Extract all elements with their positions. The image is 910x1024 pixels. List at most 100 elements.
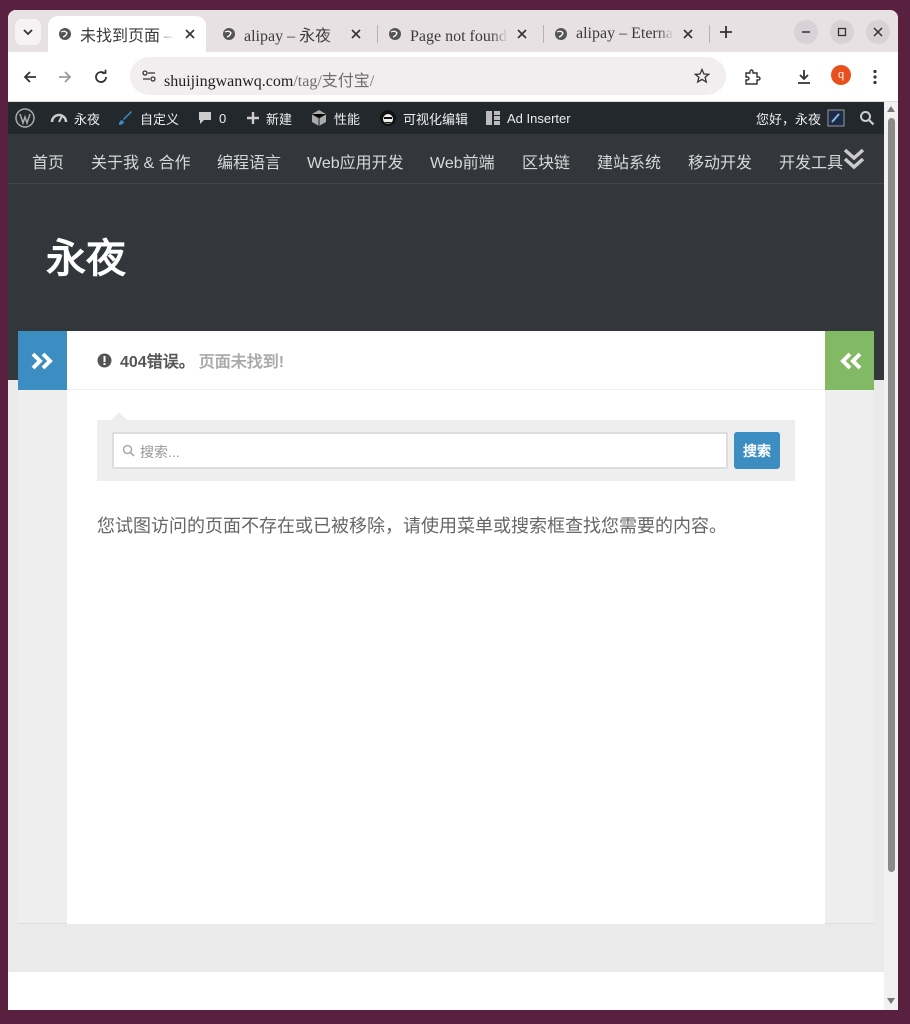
sidebar-left-toggle[interactable]: [18, 331, 67, 390]
exclamation-circle-icon: [97, 353, 112, 367]
page-scrollbar[interactable]: [884, 102, 898, 1010]
profile-avatar[interactable]: q: [831, 65, 851, 85]
site-title[interactable]: 永夜: [46, 226, 126, 284]
wordpress-icon: [15, 108, 35, 128]
adminbar-search[interactable]: [859, 102, 875, 134]
reload-icon: [95, 69, 107, 83]
adminbar-customize-label: 自定义: [140, 111, 180, 127]
comment-icon: [199, 112, 211, 124]
url-text: shuijingwanwq.com/tag/支付宝/: [164, 67, 374, 91]
nav-item-mobile[interactable]: 移动开发: [688, 149, 752, 173]
dashboard-icon: [50, 113, 68, 123]
scroll-down-icon[interactable]: [887, 998, 895, 1004]
chevron-down-icon: [23, 29, 33, 36]
close-icon[interactable]: [348, 26, 364, 42]
browser-toolbar: shuijingwanwq.com/tag/支付宝/ q: [8, 52, 898, 102]
adminbar-ad-inserter[interactable]: Ad Inserter: [485, 102, 571, 134]
adminbar-my-account[interactable]: 您好，永夜: [756, 102, 845, 134]
back-button[interactable]: [16, 63, 44, 91]
browser-window: 未找到页面 – 永夜 alipay – 永夜 Page not found – …: [8, 10, 898, 1010]
not-found-message: 您试图访问的页面不存在或已被移除，请使用菜单或搜索框查找您需要的内容。: [97, 516, 727, 536]
search-input[interactable]: 搜索...: [112, 432, 728, 469]
nav-item-webapp[interactable]: Web应用开发: [307, 149, 404, 173]
adminbar-customize[interactable]: 自定义: [116, 102, 179, 134]
adminbar-site-label: 永夜: [74, 111, 101, 127]
reload-button[interactable]: [87, 63, 115, 91]
nav-item-home[interactable]: 首页: [32, 149, 64, 173]
wordpress-logo[interactable]: [15, 102, 35, 134]
url-domain: shuijingwanwq.com: [164, 73, 294, 90]
browser-menu-button[interactable]: [861, 63, 889, 91]
page-footer-strip: [8, 972, 884, 1010]
forward-button[interactable]: [51, 63, 79, 91]
site-info-icon[interactable]: [142, 69, 156, 83]
bookmark-star-icon[interactable]: [694, 68, 710, 84]
adminbar-performance[interactable]: 性能: [310, 102, 360, 134]
tab-strip: 未找到页面 – 永夜 alipay – 永夜 Page not found – …: [8, 10, 898, 52]
tab-title: alipay – Eternal Night: [576, 25, 674, 42]
nav-more-button[interactable]: [843, 146, 865, 177]
nav-item-cms[interactable]: 建站系统: [597, 149, 661, 173]
tab-3[interactable]: Page not found – 永夜: [378, 16, 538, 52]
tab-2[interactable]: alipay – 永夜: [212, 16, 372, 52]
download-icon: [798, 70, 810, 84]
puzzle-icon: [745, 69, 761, 85]
adminbar-visual-editor[interactable]: 可视化编辑: [379, 102, 468, 134]
scroll-up-icon[interactable]: [887, 106, 895, 112]
tab-title: Page not found – 永夜: [410, 28, 508, 45]
close-window-button[interactable]: [866, 20, 890, 44]
ad-inserter-icon: [486, 111, 500, 125]
user-avatar-icon: [827, 109, 845, 127]
maximize-button[interactable]: [830, 20, 854, 44]
arrow-left-icon: [23, 71, 36, 83]
search-button[interactable]: 搜索: [734, 432, 780, 469]
search-icon: [860, 111, 875, 126]
adminbar-site-name[interactable]: 永夜: [50, 102, 100, 134]
address-bar[interactable]: shuijingwanwq.com/tag/支付宝/: [130, 57, 726, 95]
nav-item-devtools[interactable]: 开发工具: [779, 149, 843, 173]
nav-item-programming[interactable]: 编程语言: [217, 149, 281, 173]
extensions-button[interactable]: [738, 63, 766, 91]
sidebar-right-toggle[interactable]: [825, 331, 874, 390]
search-placeholder: 搜索...: [140, 444, 180, 460]
search-form: 搜索... 搜索: [97, 412, 795, 481]
plus-icon: [720, 26, 732, 38]
brush-icon: [119, 111, 132, 125]
globe-icon: [59, 28, 71, 40]
downloads-button[interactable]: [790, 63, 818, 91]
double-chevron-right-icon: [31, 352, 53, 369]
adminbar-new-label: 新建: [266, 111, 293, 127]
double-chevron-left-icon: [839, 352, 861, 369]
tab-4[interactable]: alipay – Eternal Night: [544, 16, 704, 52]
error-code: 404错误。: [120, 354, 195, 371]
double-chevron-down-icon: [843, 148, 865, 170]
main-nav: 首页 关于我 & 合作 编程语言 Web应用开发 Web前端 区块链 建站系统 …: [8, 134, 884, 184]
page-viewport: 永夜 自定义 0 新建 性能 可视化编辑 Ad Inserter 您好，永夜 首…: [8, 102, 884, 1010]
close-icon[interactable]: [182, 26, 198, 42]
page-title: 404错误。 页面未找到!: [67, 331, 825, 390]
tab-title: alipay – 永夜: [244, 28, 332, 45]
globe-icon: [223, 28, 235, 40]
tab-1[interactable]: 未找到页面 – 永夜: [48, 16, 206, 52]
content-wrapper: 404错误。 页面未找到! 搜索... 搜索 您试图访问的页面不存在或已被移除，…: [18, 331, 874, 924]
adminbar-comments-count: 0: [219, 110, 227, 126]
nav-item-frontend[interactable]: Web前端: [430, 149, 495, 173]
nav-item-about[interactable]: 关于我 & 合作: [91, 149, 191, 173]
nav-item-blockchain[interactable]: 区块链: [522, 149, 570, 173]
adminbar-greeting: 您好，永夜: [756, 111, 822, 127]
new-tab-button[interactable]: [713, 19, 739, 45]
scrollbar-thumb[interactable]: [888, 118, 895, 872]
globe-icon: [555, 28, 567, 40]
wp-admin-bar: 永夜 自定义 0 新建 性能 可视化编辑 Ad Inserter 您好，永夜: [8, 102, 884, 134]
profile-initial: q: [837, 69, 845, 81]
adminbar-new[interactable]: 新建: [246, 102, 292, 134]
minimize-button[interactable]: [794, 20, 818, 44]
minimize-icon: [802, 31, 810, 33]
close-icon[interactable]: [680, 26, 696, 42]
maximize-icon: [837, 27, 847, 37]
url-path: /tag/支付宝/: [293, 73, 375, 90]
tab-search-button[interactable]: [15, 19, 41, 45]
adminbar-comments[interactable]: 0: [197, 102, 226, 134]
close-icon[interactable]: [514, 26, 530, 42]
adminbar-visual-editor-label: 可视化编辑: [403, 111, 469, 127]
